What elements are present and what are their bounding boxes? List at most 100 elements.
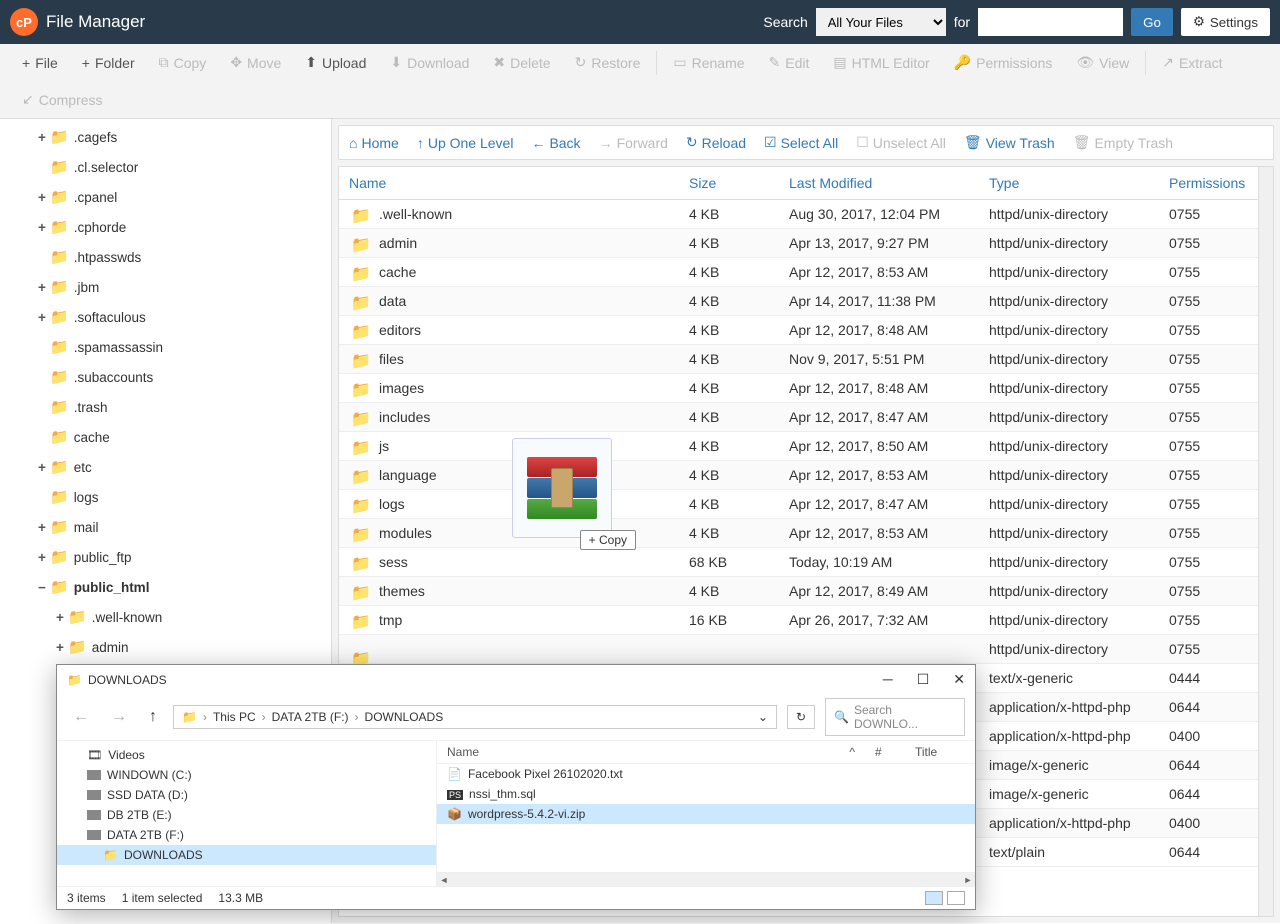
table-row[interactable]: 📁admin4 KBApr 13, 2017, 9:27 PMhttpd/uni… [339, 229, 1273, 258]
forward-button[interactable]: →Forward [599, 135, 668, 151]
forward-button[interactable]: → [105, 706, 133, 728]
back-button[interactable]: ← [67, 706, 95, 728]
empty-trash-button[interactable]: 🗑Empty Trash [1073, 134, 1173, 151]
table-row[interactable]: 📁themes4 KBApr 12, 2017, 8:49 AMhttpd/un… [339, 577, 1273, 606]
table-row[interactable]: 📁httpd/unix-directory0755 [339, 635, 1273, 664]
tree-item[interactable]: 📁.cl.selector [0, 153, 331, 183]
tree-item[interactable]: +📁.cagefs [0, 123, 331, 153]
details-view-button[interactable] [925, 891, 943, 905]
minimize-button[interactable]: ─ [883, 671, 893, 688]
col-perms[interactable]: Permissions [1159, 167, 1273, 200]
permissions-button[interactable]: 🔑Permissions [942, 44, 1065, 81]
upload-button[interactable]: ⬆Upload [293, 44, 378, 81]
go-button[interactable]: Go [1131, 8, 1173, 36]
tree-item[interactable]: 📁cache [0, 423, 331, 453]
up-button[interactable]: ↑ [143, 706, 163, 728]
table-row[interactable]: 📁.well-known4 KBAug 30, 2017, 12:04 PMht… [339, 200, 1273, 229]
table-row[interactable]: 📁language4 KBApr 12, 2017, 8:53 AMhttpd/… [339, 461, 1273, 490]
compress-button[interactable]: ↙Compress [10, 81, 115, 118]
move-button[interactable]: ✥Move [218, 44, 293, 81]
chevron-down-icon[interactable]: ⌄ [758, 710, 768, 724]
rename-button[interactable]: ▭Rename [661, 44, 756, 81]
col-title[interactable]: Title [915, 745, 965, 759]
restore-button[interactable]: ↻Restore [563, 44, 653, 81]
explorer-file-row[interactable]: 📄Facebook Pixel 26102020.txt [437, 764, 975, 784]
table-row[interactable]: 📁data4 KBApr 14, 2017, 11:38 PMhttpd/uni… [339, 287, 1273, 316]
table-row[interactable]: 📁images4 KBApr 12, 2017, 8:48 AMhttpd/un… [339, 374, 1273, 403]
delete-button[interactable]: ✖Delete [481, 44, 562, 81]
table-row[interactable]: 📁modules4 KBApr 12, 2017, 8:53 AMhttpd/u… [339, 519, 1273, 548]
html-editor-button[interactable]: ▤HTML Editor [821, 44, 941, 81]
extract-button[interactable]: ↗Extract [1150, 44, 1234, 81]
explorer-tree-item[interactable]: 📁DOWNLOADS [57, 845, 436, 865]
view-trash-button[interactable]: 🗑View Trash [964, 134, 1055, 151]
tree-item[interactable]: −📁public_html [0, 573, 331, 603]
select-all-button[interactable]: ☑Select All [764, 134, 838, 151]
table-row[interactable]: 📁files4 KBNov 9, 2017, 5:51 PMhttpd/unix… [339, 345, 1273, 374]
col-name[interactable]: Name [339, 167, 679, 200]
edit-button[interactable]: ✎Edit [757, 44, 822, 81]
explorer-file-row[interactable]: PSnssi_thm.sql [437, 784, 975, 804]
unselect-all-button[interactable]: ☐Unselect All [856, 134, 946, 151]
close-button[interactable]: ✕ [953, 671, 965, 688]
explorer-title: DOWNLOADS [88, 673, 167, 687]
h-scrollbar[interactable]: ◄► [437, 872, 975, 886]
up-one-level-button[interactable]: ↑Up One Level [417, 135, 514, 151]
scrollbar[interactable] [1258, 167, 1273, 916]
col-size[interactable]: Size [679, 167, 779, 200]
explorer-tree-item[interactable]: DATA 2TB (F:) [57, 825, 436, 845]
tree-item[interactable]: +📁public_ftp [0, 543, 331, 573]
settings-button[interactable]: ⚙Settings [1181, 8, 1270, 36]
explorer-search[interactable]: 🔍Search DOWNLO... [825, 698, 965, 736]
explorer-tree-item[interactable]: 🎞Videos [57, 745, 436, 765]
tree-item[interactable]: +📁.cphorde [0, 213, 331, 243]
table-row[interactable]: 📁editors4 KBApr 12, 2017, 8:48 AMhttpd/u… [339, 316, 1273, 345]
tree-item[interactable]: 📁logs [0, 483, 331, 513]
search-scope-select[interactable]: All Your Files [816, 8, 946, 36]
explorer-files[interactable]: Name ^ # Title 📄Facebook Pixel 26102020.… [437, 741, 975, 886]
col-name[interactable]: Name ^ [447, 745, 875, 759]
view-button[interactable]: 👁View [1064, 44, 1141, 81]
table-row[interactable]: 📁includes4 KBApr 12, 2017, 8:47 AMhttpd/… [339, 403, 1273, 432]
tree-item[interactable]: 📁.trash [0, 393, 331, 423]
explorer-tree[interactable]: 🎞VideosWINDOWN (C:)SSD DATA (D:)DB 2TB (… [57, 741, 437, 886]
explorer-tree-item[interactable]: DB 2TB (E:) [57, 805, 436, 825]
tree-item[interactable]: +📁.cpanel [0, 183, 331, 213]
tree-item[interactable]: +📁.jbm [0, 273, 331, 303]
col-num[interactable]: # [875, 745, 915, 759]
maximize-button[interactable]: ☐ [917, 671, 930, 688]
folder-button[interactable]: +Folder [70, 45, 147, 81]
home-button[interactable]: ⌂Home [349, 135, 399, 151]
col-modified[interactable]: Last Modified [779, 167, 979, 200]
copy-button[interactable]: ⧉Copy [147, 44, 219, 81]
explorer-file-row[interactable]: 📦wordpress-5.4.2-vi.zip [437, 804, 975, 824]
windows-explorer[interactable]: 📁 DOWNLOADS ─ ☐ ✕ ← → ↑ 📁 › This PC› DAT… [56, 664, 976, 910]
reload-button[interactable]: ↻Reload [686, 134, 746, 151]
table-row[interactable]: 📁sess68 KBToday, 10:19 AMhttpd/unix-dire… [339, 548, 1273, 577]
file-button[interactable]: +File [10, 45, 70, 81]
folder-icon: 📁 [67, 673, 82, 687]
tree-item[interactable]: +📁.softaculous [0, 303, 331, 333]
col-type[interactable]: Type [979, 167, 1159, 200]
tree-item[interactable]: 📁.subaccounts [0, 363, 331, 393]
explorer-titlebar[interactable]: 📁 DOWNLOADS ─ ☐ ✕ [57, 665, 975, 694]
table-row[interactable]: 📁js4 KBApr 12, 2017, 8:50 AMhttpd/unix-d… [339, 432, 1273, 461]
table-row[interactable]: 📁cache4 KBApr 12, 2017, 8:53 AMhttpd/uni… [339, 258, 1273, 287]
back-button[interactable]: ←Back [531, 135, 580, 151]
search-input[interactable] [978, 8, 1123, 36]
icons-view-button[interactable] [947, 891, 965, 905]
breadcrumb[interactable]: 📁 › This PC› DATA 2TB (F:)› DOWNLOADS ⌄ [173, 705, 777, 729]
download-button[interactable]: ⬇Download [378, 44, 481, 81]
tree-item[interactable]: 📁.htpasswds [0, 243, 331, 273]
table-row[interactable]: 📁logs4 KBApr 12, 2017, 8:47 AMhttpd/unix… [339, 490, 1273, 519]
tree-item[interactable]: +📁.well-known [0, 603, 331, 633]
tree-item[interactable]: +📁etc [0, 453, 331, 483]
tree-item[interactable]: 📁.spamassassin [0, 333, 331, 363]
explorer-tree-item[interactable]: SSD DATA (D:) [57, 785, 436, 805]
main-toolbar: +File+Folder⧉Copy✥Move⬆Upload⬇Download✖D… [0, 44, 1280, 119]
table-row[interactable]: 📁tmp16 KBApr 26, 2017, 7:32 AMhttpd/unix… [339, 606, 1273, 635]
tree-item[interactable]: +📁mail [0, 513, 331, 543]
explorer-tree-item[interactable]: WINDOWN (C:) [57, 765, 436, 785]
tree-item[interactable]: +📁admin [0, 633, 331, 663]
refresh-button[interactable]: ↻ [787, 705, 815, 729]
